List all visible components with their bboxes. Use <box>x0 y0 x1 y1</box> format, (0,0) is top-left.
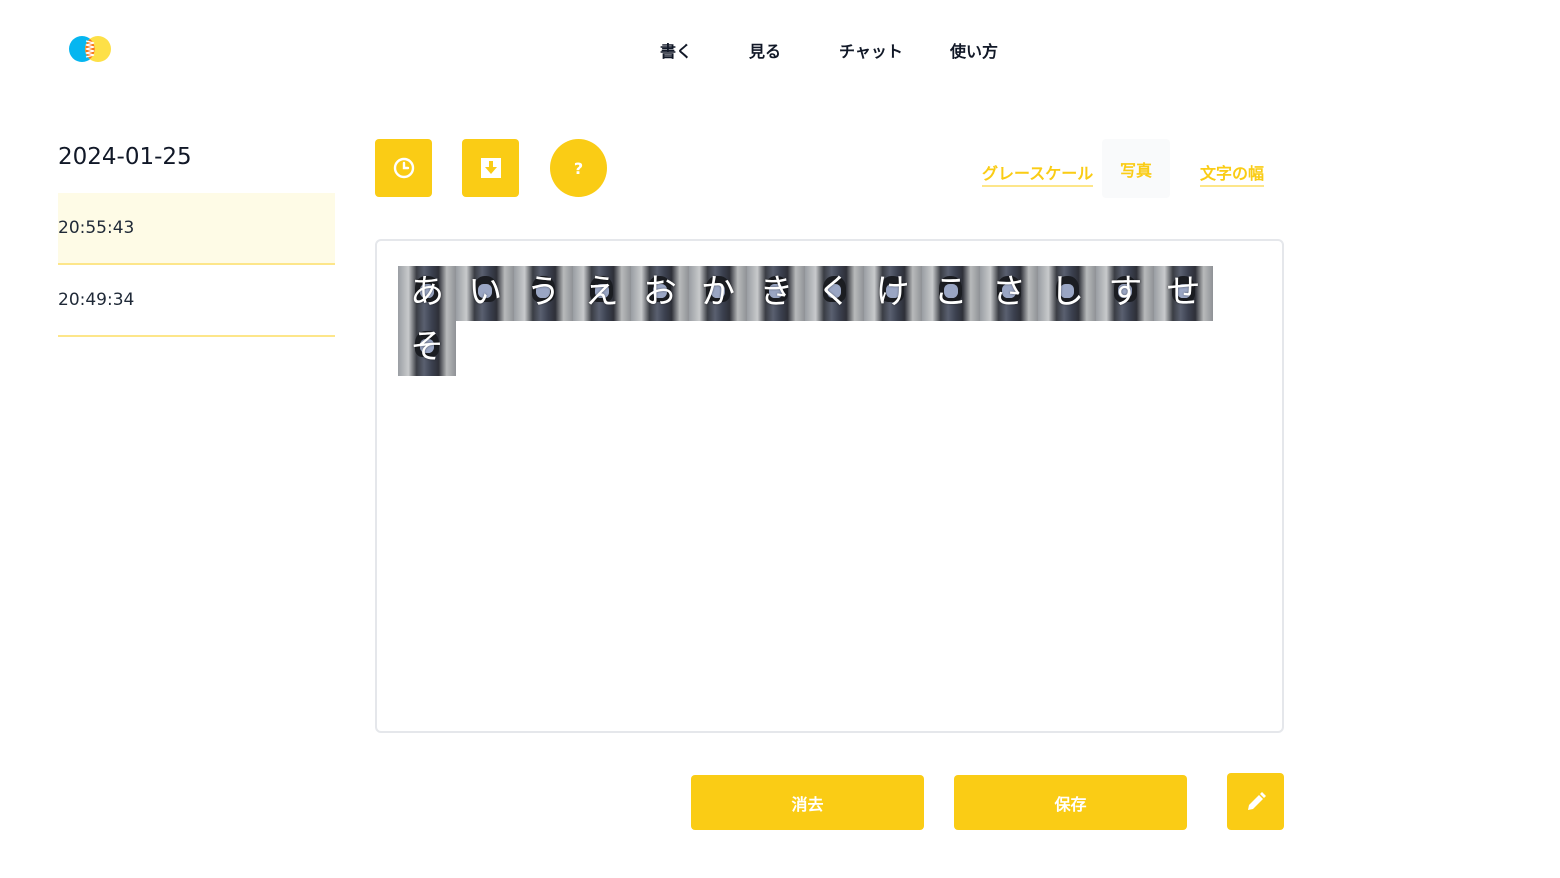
nav-howto[interactable]: 使い方 <box>950 38 998 62</box>
help-icon: ? <box>573 158 584 178</box>
pencil-icon <box>1247 791 1266 810</box>
character-tile: あ <box>398 266 457 321</box>
character-glyph: そ <box>410 327 445 367</box>
view-char-width[interactable]: 文字の幅 <box>1200 160 1265 187</box>
character-tile: く <box>805 266 864 321</box>
character-tile: お <box>630 266 689 321</box>
sidebar-item-label: 20:55:43 <box>58 218 135 238</box>
character-glyph: く <box>817 272 852 312</box>
character-tile: し <box>1038 266 1097 321</box>
download-button[interactable] <box>462 139 519 197</box>
sidebar-date: 2024-01-25 <box>58 144 192 170</box>
character-tile: き <box>747 266 806 321</box>
character-tile: こ <box>921 266 980 321</box>
nav-write[interactable]: 書く <box>660 38 692 62</box>
history-button[interactable] <box>375 139 432 197</box>
character-glyph: し <box>1050 272 1085 312</box>
character-glyph: き <box>759 272 794 312</box>
sidebar-list: 20:55:43 20:49:34 <box>58 193 335 337</box>
character-tile: う <box>514 266 573 321</box>
character-glyph: え <box>584 272 619 312</box>
edit-button[interactable] <box>1227 773 1284 830</box>
character-tile: い <box>456 266 515 321</box>
writing-canvas[interactable]: あいうえおかきくけこさしすせそ <box>375 239 1284 733</box>
character-glyph: あ <box>410 272 445 312</box>
sidebar-item-2049[interactable]: 20:49:34 <box>58 265 335 337</box>
view-photo[interactable]: 写真 <box>1102 139 1171 198</box>
character-glyph: せ <box>1166 272 1201 312</box>
nav-chat[interactable]: チャット <box>839 38 903 62</box>
character-glyph: か <box>701 272 736 312</box>
clock-icon <box>393 157 414 179</box>
save-button[interactable]: 保存 <box>954 775 1187 830</box>
nav-view[interactable]: 見る <box>749 38 781 62</box>
character-glyph: う <box>526 272 561 312</box>
character-tile: け <box>863 266 922 321</box>
character-glyph: け <box>875 272 910 312</box>
sidebar-item-2055[interactable]: 20:55:43 <box>58 193 335 265</box>
character-tile: そ <box>398 321 457 376</box>
character-glyph: お <box>642 272 677 312</box>
character-tile: せ <box>1154 266 1213 321</box>
view-grayscale[interactable]: グレースケール <box>982 160 1094 187</box>
character-tile: す <box>1096 266 1155 321</box>
main-nav: 書く 見る チャット 使い方 <box>0 38 1560 62</box>
sidebar-item-label: 20:49:34 <box>58 290 135 310</box>
character-tiles: あいうえおかきくけこさしすせそ <box>398 266 1213 376</box>
character-glyph: さ <box>991 272 1026 312</box>
clear-button[interactable]: 消去 <box>691 775 924 830</box>
character-glyph: こ <box>933 272 968 312</box>
character-tile: か <box>688 266 748 321</box>
character-tile: さ <box>979 266 1039 321</box>
character-glyph: す <box>1108 272 1143 312</box>
character-tile: え <box>572 266 631 321</box>
help-button[interactable]: ? <box>550 139 607 197</box>
download-icon <box>480 158 501 178</box>
character-glyph: い <box>468 272 503 312</box>
